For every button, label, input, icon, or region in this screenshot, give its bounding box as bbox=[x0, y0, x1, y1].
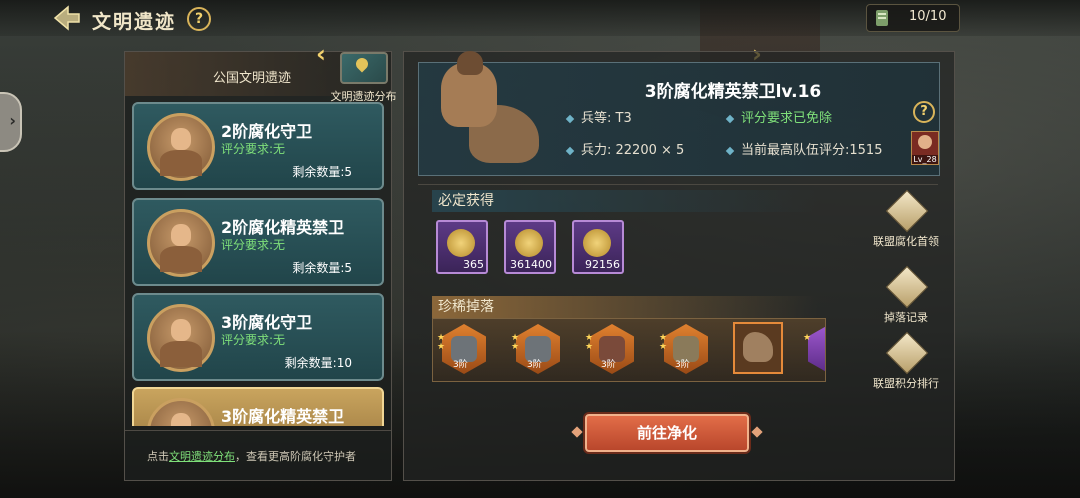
rare-drop-list[interactable]: ★ ★ 3阶 ★ ★ 3阶 ★ ★ 3阶 ★ ★ 3阶 ★ bbox=[432, 318, 826, 382]
book-icon[interactable]: ★ ★ 3阶 bbox=[585, 324, 637, 374]
footer-suffix: ，查看更高阶腐化守护者 bbox=[235, 450, 356, 463]
prev-chevron-icon[interactable]: ‹ bbox=[316, 42, 332, 66]
rare-drop-title: 珍稀掉落 bbox=[432, 296, 818, 318]
footer-prefix: 点击 bbox=[147, 450, 169, 463]
boss-troops: 兵力: 22200 × 5 bbox=[565, 139, 685, 158]
guardian-card-selected[interactable]: 3阶腐化精英禁卫 bbox=[132, 387, 384, 426]
item-count: 92156 bbox=[585, 258, 620, 271]
relic-list-title: 公国文明遗迹 bbox=[213, 71, 292, 86]
guardian-score-requirement: 评分要求:无 bbox=[221, 333, 286, 347]
side-expand-tab[interactable]: › bbox=[0, 92, 22, 152]
map-pin-icon bbox=[339, 52, 388, 84]
war-horse-icon[interactable] bbox=[733, 322, 783, 374]
alliance-rank-label: 联盟积分排行 bbox=[873, 377, 939, 390]
medal-icon[interactable]: 365 bbox=[436, 220, 488, 274]
relic-list-panel: 公国文明遗迹 文明遗迹分布 2阶腐化守卫 评分要求:无 剩余数量:5 2阶腐化精… bbox=[124, 51, 397, 481]
guardian-name: 3阶腐化守卫 bbox=[221, 313, 313, 332]
boss-tier: 兵等: T3 bbox=[565, 107, 632, 126]
distribution-link[interactable]: 文明遗迹分布 bbox=[169, 450, 235, 463]
guardian-portrait bbox=[147, 398, 215, 426]
stamina-counter[interactable]: 10/10 bbox=[866, 4, 960, 32]
guardian-remaining: 剩余数量:5 bbox=[292, 165, 352, 179]
guardian-remaining: 剩余数量:10 bbox=[284, 356, 352, 370]
relic-list-footer: 点击文明遗迹分布，查看更高阶腐化守护者 bbox=[125, 430, 391, 481]
boss-tier-label: 兵等: T3 bbox=[581, 111, 632, 126]
guardian-portrait bbox=[147, 304, 215, 372]
item-tier: 3阶 bbox=[601, 360, 616, 370]
guardian-card[interactable]: 3阶腐化守卫 评分要求:无 剩余数量:10 bbox=[132, 293, 384, 381]
item-count: 365 bbox=[463, 258, 484, 271]
alliance-rank-icon bbox=[885, 331, 929, 375]
back-arrow-icon[interactable] bbox=[52, 5, 82, 31]
armor-icon[interactable]: ★ ★ 3阶 bbox=[437, 324, 489, 374]
guardian-list[interactable]: 2阶腐化守卫 评分要求:无 剩余数量:5 2阶腐化精英禁卫 评分要求:无 剩余数… bbox=[132, 102, 384, 426]
rare-item-partial-icon[interactable]: ★ bbox=[803, 324, 825, 374]
item-tier: 3阶 bbox=[453, 360, 468, 370]
guardian-card[interactable]: 2阶腐化精英禁卫 评分要求:无 剩余数量:5 bbox=[132, 198, 384, 286]
alliance-rank-button[interactable]: 联盟积分排行 bbox=[862, 331, 950, 391]
horn-icon[interactable]: ★ ★ 3阶 bbox=[659, 324, 711, 374]
guardian-name: 2阶腐化精英禁卫 bbox=[221, 218, 345, 237]
item-tier: 3阶 bbox=[527, 360, 542, 370]
relic-distribution-button[interactable]: 文明遗迹分布 bbox=[326, 52, 401, 103]
drop-record-label: 掉落记录 bbox=[884, 311, 928, 324]
player-level: Lv_28 bbox=[912, 155, 938, 164]
boss-info-box: 3阶腐化精英禁卫lv.16 兵等: T3 评分要求已免除 ? 兵力: 22200… bbox=[418, 51, 940, 176]
player-avatar[interactable]: Lv_28 bbox=[911, 131, 939, 165]
guardian-portrait bbox=[147, 209, 215, 277]
drop-record-icon bbox=[885, 265, 929, 309]
guardian-card[interactable]: 2阶腐化守卫 评分要求:无 剩余数量:5 bbox=[132, 102, 384, 190]
boss-name: 3阶腐化精英禁卫lv.16 bbox=[644, 82, 822, 102]
star-icon: ★ ★ bbox=[659, 333, 668, 352]
help-icon[interactable]: ? bbox=[187, 7, 211, 31]
stamina-value: 10/10 bbox=[909, 9, 947, 24]
guaranteed-drop-title: 必定获得 bbox=[432, 190, 818, 212]
gold-coins-up-icon[interactable]: 92156 bbox=[572, 220, 624, 274]
helmet-icon[interactable]: ★ ★ 3阶 bbox=[511, 324, 563, 374]
boss-max-score: 当前最高队伍评分:1515 bbox=[725, 139, 883, 158]
guardian-portrait bbox=[147, 113, 215, 181]
alliance-boss-button[interactable]: 联盟腐化首领 bbox=[862, 189, 950, 249]
go-purify-button[interactable]: 前往净化 bbox=[585, 414, 749, 452]
relic-list-header: 公国文明遗迹 文明遗迹分布 bbox=[125, 52, 397, 103]
alliance-boss-icon bbox=[885, 189, 929, 233]
section-divider bbox=[418, 184, 938, 185]
boss-score-requirement: 评分要求已免除 bbox=[725, 107, 833, 126]
boss-max-score-label: 当前最高队伍评分:1515 bbox=[741, 143, 883, 158]
guardian-name: 2阶腐化守卫 bbox=[221, 122, 313, 141]
guardian-score-requirement: 评分要求:无 bbox=[221, 142, 286, 156]
footer-hint: 点击文明遗迹分布，查看更高阶腐化守护者 bbox=[147, 448, 356, 464]
chevron-right-icon: › bbox=[9, 111, 16, 130]
guardian-score-requirement: 评分要求:无 bbox=[221, 238, 286, 252]
boss-cavalry-portrait bbox=[419, 51, 549, 177]
drop-record-button[interactable]: 掉落记录 bbox=[862, 265, 950, 325]
gold-coins-icon[interactable]: 361400 bbox=[504, 220, 556, 274]
page-title: 文明遗迹 bbox=[92, 11, 177, 33]
alliance-boss-label: 联盟腐化首领 bbox=[873, 235, 939, 248]
item-count: 361400 bbox=[510, 258, 552, 271]
scroll-icon bbox=[876, 10, 888, 26]
boss-troops-label: 兵力: 22200 × 5 bbox=[581, 143, 685, 158]
star-icon: ★ bbox=[803, 333, 812, 343]
boss-help-icon[interactable]: ? bbox=[913, 101, 935, 123]
guardian-name: 3阶腐化精英禁卫 bbox=[221, 407, 345, 426]
star-icon: ★ ★ bbox=[585, 333, 594, 352]
star-icon: ★ ★ bbox=[511, 333, 520, 352]
boss-score-requirement-label: 评分要求已免除 bbox=[741, 111, 833, 126]
guardian-remaining: 剩余数量:5 bbox=[292, 261, 352, 275]
star-icon: ★ ★ bbox=[437, 333, 446, 352]
top-bar: 文明遗迹 ? 10/10 bbox=[0, 0, 1080, 36]
item-tier: 3阶 bbox=[675, 360, 690, 370]
